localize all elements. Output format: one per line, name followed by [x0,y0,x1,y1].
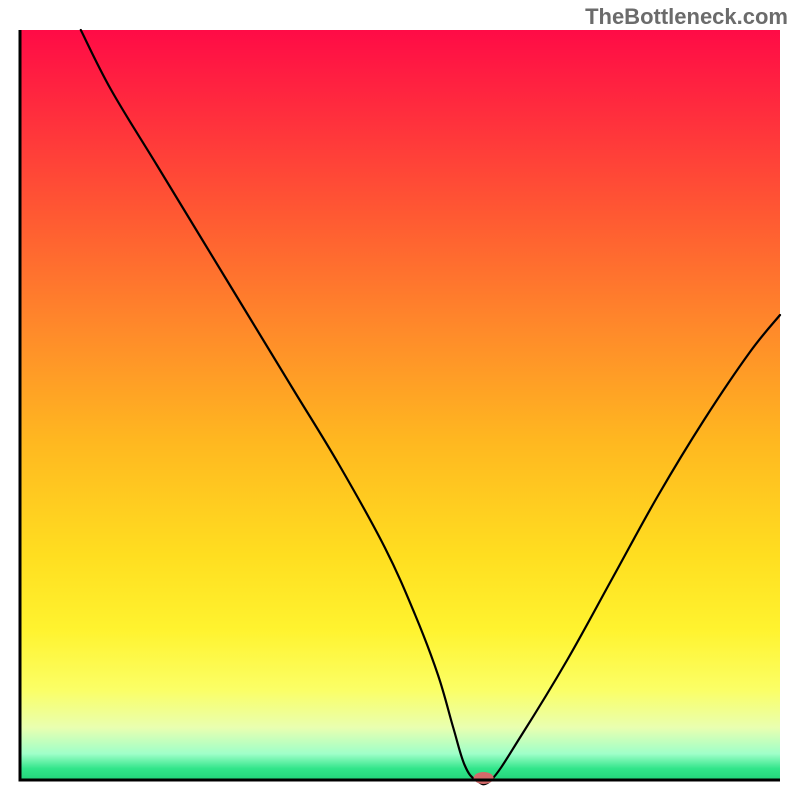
plot-background [20,30,780,780]
watermark-text: TheBottleneck.com [585,4,788,30]
bottleneck-curve-chart [0,0,800,800]
chart-container: TheBottleneck.com [0,0,800,800]
optimum-marker [474,772,494,784]
